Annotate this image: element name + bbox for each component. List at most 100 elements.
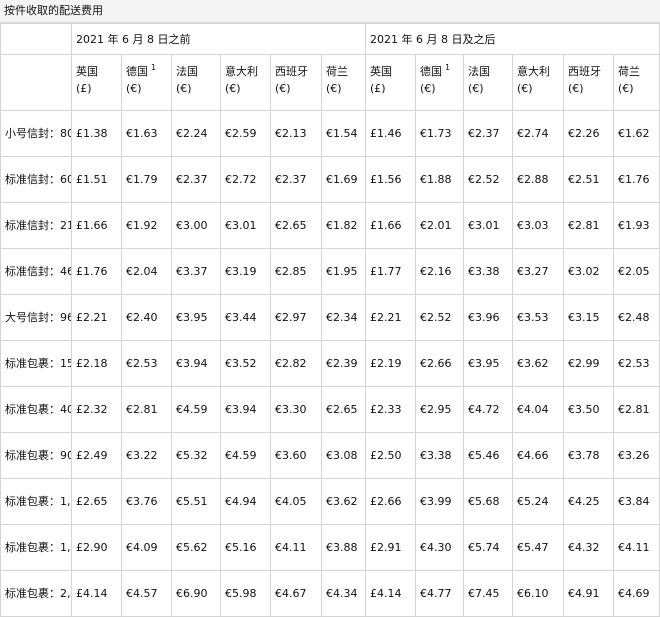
price-cell: €3.62: [512, 340, 565, 387]
price-cell: €1.79: [121, 156, 172, 203]
price-cell: £2.33: [365, 386, 417, 433]
column-header-country: 西班牙: [568, 65, 602, 78]
column-header-currency: (€): [326, 82, 342, 95]
price-cell: €3.44: [220, 294, 271, 341]
column-header-country: 意大利: [517, 65, 551, 78]
price-cell: €2.51: [563, 156, 615, 203]
row-label: 标准包裹：2,900 克: [0, 570, 72, 617]
price-cell: €2.53: [613, 340, 660, 387]
price-cell: £1.66: [71, 202, 122, 249]
price-cell: €4.72: [463, 386, 514, 433]
column-header-country: 英国: [370, 65, 393, 78]
group-header-after: 2021 年 6 月 8 日及之后: [365, 23, 660, 55]
price-cell: €4.59: [171, 386, 221, 433]
price-cell: €4.66: [512, 432, 565, 479]
footnote-marker[interactable]: 1: [445, 63, 450, 72]
price-cell: €3.95: [463, 340, 514, 387]
price-cell: €3.27: [512, 248, 565, 295]
price-cell: £2.66: [365, 478, 417, 525]
price-cell: €4.91: [563, 570, 615, 617]
column-header-currency: (€): [568, 82, 584, 95]
table-body: 小号信封：80 克£1.38€1.63€2.24€2.59€2.13€1.54£…: [0, 110, 660, 617]
price-cell: €4.57: [121, 570, 172, 617]
price-cell: €5.74: [463, 524, 514, 571]
price-cell: €3.52: [220, 340, 271, 387]
price-cell: €6.10: [512, 570, 565, 617]
column-header-currency: (£): [370, 82, 386, 95]
footnote-marker[interactable]: 1: [151, 63, 156, 72]
price-cell: €3.84: [613, 478, 660, 525]
price-cell: €2.37: [270, 156, 322, 203]
price-cell: €1.73: [415, 110, 465, 157]
price-cell: €3.15: [563, 294, 615, 341]
price-cell: €7.45: [463, 570, 514, 617]
table-row: 标准信封：460克£1.76€2.04€3.37€3.19€2.85€1.95£…: [0, 248, 660, 295]
price-cell: €5.98: [220, 570, 271, 617]
price-cell: €2.97: [270, 294, 322, 341]
row-label: 标准包裹：150 克: [0, 340, 72, 387]
price-cell: €2.81: [613, 386, 660, 433]
column-header: 法国 (€): [171, 54, 221, 111]
row-label: 标准信封：210 克: [0, 202, 72, 249]
price-cell: €1.69: [320, 156, 367, 203]
price-cell: €3.96: [463, 294, 514, 341]
table-row: 标准包裹：2,900 克£4.14€4.57€6.90€5.98€4.67€4.…: [0, 570, 660, 617]
price-cell: €4.11: [270, 524, 322, 571]
column-header-currency: (€): [176, 82, 192, 95]
price-cell: €3.99: [415, 478, 465, 525]
price-cell: €3.37: [171, 248, 221, 295]
price-cell: £1.46: [365, 110, 417, 157]
fee-table: 2021 年 6 月 8 日之前 2021 年 6 月 8 日及之后 英国 (£)…: [0, 23, 660, 617]
price-cell: €1.76: [613, 156, 660, 203]
column-header-currency: (€): [618, 82, 634, 95]
column-header-currency: (€): [517, 82, 533, 95]
row-label: 小号信封：80 克: [0, 110, 72, 157]
column-header-country: 德国: [126, 65, 148, 78]
row-label: 标准包裹：400克: [0, 386, 72, 433]
price-cell: €5.62: [171, 524, 221, 571]
price-cell: £2.21: [365, 294, 417, 341]
price-cell: €4.04: [512, 386, 565, 433]
price-cell: £1.76: [71, 248, 122, 295]
price-cell: £2.19: [365, 340, 417, 387]
column-header-currency: (€): [420, 82, 436, 95]
price-cell: €2.85: [270, 248, 322, 295]
price-cell: €4.32: [563, 524, 615, 571]
price-cell: £2.50: [365, 432, 417, 479]
price-cell: £2.18: [71, 340, 122, 387]
price-cell: €4.94: [220, 478, 271, 525]
price-cell: €2.66: [415, 340, 465, 387]
price-cell: €3.53: [512, 294, 565, 341]
column-header-currency: (€): [126, 82, 142, 95]
price-cell: €5.51: [171, 478, 221, 525]
column-header: 德国 1 (€): [415, 54, 465, 111]
price-cell: €3.78: [563, 432, 615, 479]
price-cell: €3.03: [512, 202, 565, 249]
price-cell: €4.67: [270, 570, 322, 617]
price-cell: €2.24: [171, 110, 221, 157]
column-header-country: 西班牙: [275, 65, 308, 78]
price-cell: €3.50: [563, 386, 615, 433]
price-cell: €2.53: [121, 340, 172, 387]
price-cell: €4.05: [270, 478, 322, 525]
column-header-country: 意大利: [225, 65, 258, 78]
price-cell: €4.59: [220, 432, 271, 479]
price-cell: €3.76: [121, 478, 172, 525]
price-cell: €1.82: [320, 202, 367, 249]
price-cell: €3.60: [270, 432, 322, 479]
price-cell: £1.77: [365, 248, 417, 295]
column-header-currency: (€): [225, 82, 241, 95]
price-cell: €2.34: [320, 294, 367, 341]
price-cell: €2.16: [415, 248, 465, 295]
price-cell: €1.63: [121, 110, 172, 157]
group-header-before: 2021 年 6 月 8 日之前: [70, 23, 367, 55]
price-cell: €2.04: [121, 248, 172, 295]
price-cell: €2.48: [613, 294, 660, 341]
corner-cell: [0, 54, 72, 111]
price-cell: £2.32: [71, 386, 122, 433]
price-cell: £2.65: [71, 478, 122, 525]
column-header-country: 英国: [76, 65, 98, 78]
price-cell: €4.77: [415, 570, 465, 617]
price-cell: €3.22: [121, 432, 172, 479]
column-header-country: 荷兰: [326, 65, 348, 78]
